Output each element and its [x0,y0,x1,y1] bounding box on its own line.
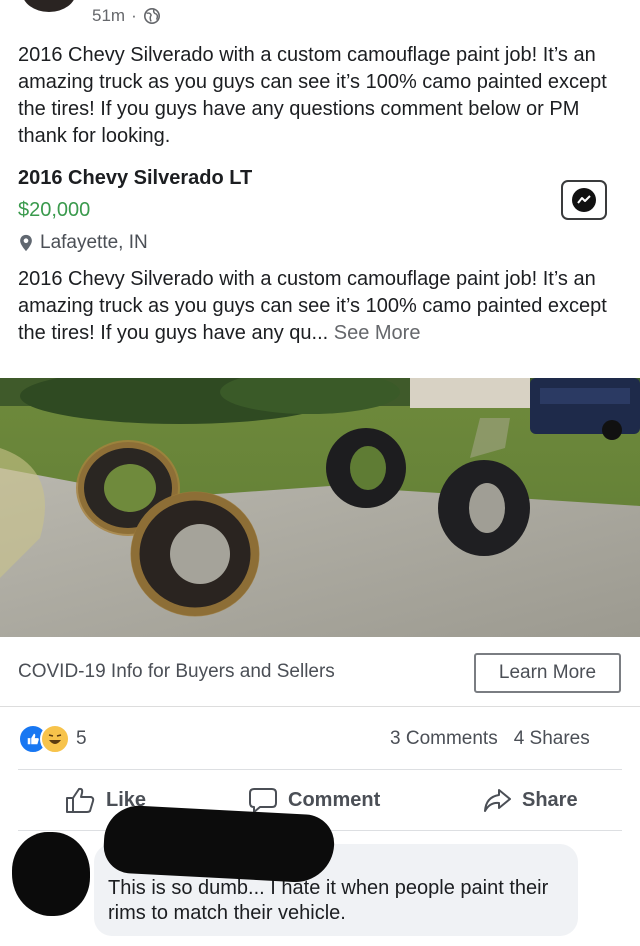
post-body-text: 2016 Chevy Silverado with a custom camou… [18,44,607,147]
poster-avatar[interactable] [22,0,76,12]
covid-info-text: COVID-19 Info for Buyers and Sellers [18,661,335,682]
learn-more-button[interactable]: Learn More [474,653,621,693]
thumbs-up-icon [66,787,95,813]
share-button[interactable]: Share [482,786,578,814]
comments-count[interactable]: 3 Comments [390,728,498,750]
commenter-avatar[interactable] [12,832,90,916]
tires-on-lawn-image [0,378,640,637]
comment-label: Comment [288,788,381,811]
listing-description: 2016 Chevy Silverado with a custom camou… [18,266,628,347]
redacted-commenter-name [102,804,336,884]
shares-count[interactable]: 4 Shares [514,728,590,750]
listing-title[interactable]: 2016 Chevy Silverado LT [18,167,252,190]
messenger-icon [572,188,596,212]
reaction-summary[interactable]: 5 [18,724,87,754]
comment-bubble-icon [249,788,277,813]
haha-reaction-icon [40,724,70,754]
description-text: 2016 Chevy Silverado with a custom camou… [18,268,607,344]
location-pin-icon [20,234,32,252]
post-timestamp: 51m · [92,6,161,26]
see-more-link[interactable]: See More [334,322,421,344]
location-text: Lafayette, IN [40,232,148,253]
dot-separator: · [131,6,137,25]
engagement-stats: 3 Comments 4 Shares [390,728,590,750]
listing-price: $20,000 [18,199,91,221]
comment-text: This is so dumb... I hate it when people… [108,877,549,924]
divider [18,769,622,770]
globe-icon [143,7,160,25]
share-arrow-icon [484,789,511,812]
message-seller-button[interactable] [561,180,607,220]
share-label: Share [522,788,578,811]
listing-location: Lafayette, IN [18,232,148,254]
comment-button[interactable]: Comment [248,786,380,814]
time-label: 51m [92,6,126,25]
listing-photo[interactable] [0,378,640,637]
reaction-count: 5 [76,728,87,749]
